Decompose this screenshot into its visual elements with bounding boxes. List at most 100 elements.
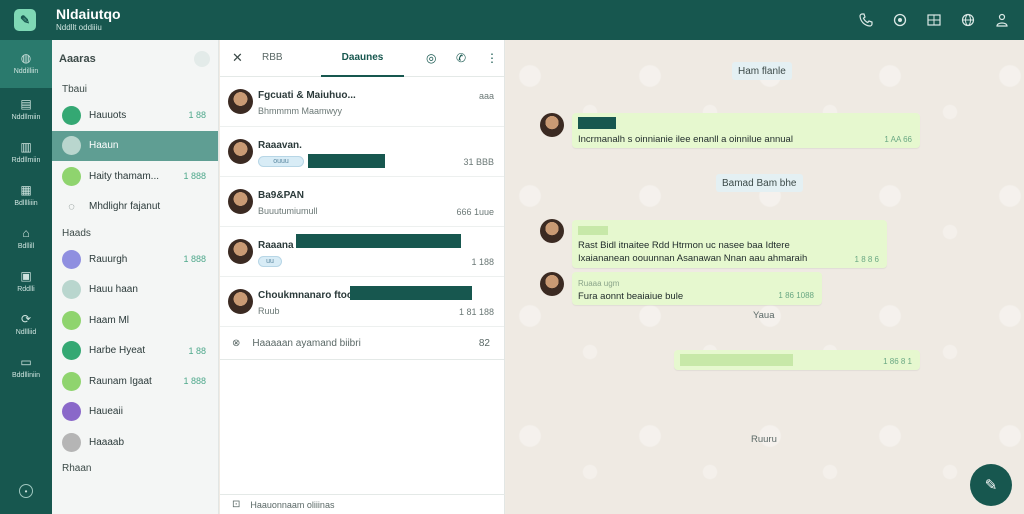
message-time: 1 86 1088 [778, 291, 814, 300]
channels-icon: ▥ [20, 139, 32, 154]
rail-item-chats[interactable]: ◍ Nddilliin [0, 40, 52, 88]
sidebar-item-label: Haaaab [89, 436, 125, 448]
contact-avatar-icon [62, 310, 81, 330]
sidebar-item[interactable]: Raunam Igaat 1 888 [52, 366, 218, 397]
contact-avatar-icon [62, 136, 81, 156]
archive-icon: ▭ [20, 354, 32, 369]
calls-icon: ▣ [20, 268, 32, 283]
person-icon[interactable] [994, 12, 1010, 28]
sidebar-item[interactable]: Rauurgh 1 888 [52, 244, 218, 275]
sidebar-item-label: Hauu haan [89, 284, 138, 296]
sidebar-item[interactable]: Haaun [52, 130, 218, 161]
chat-name: Raaana [258, 240, 294, 251]
redacted-name [296, 234, 461, 248]
rail-item-status[interactable]: ▤ Nddllmiin [0, 88, 52, 131]
more-options-icon[interactable]: ⋮ [486, 51, 498, 65]
sidebar-item-label: Haaun [89, 140, 119, 152]
avatar [228, 289, 253, 314]
rail-item-tools[interactable]: ⌂ Bdllill [0, 217, 52, 260]
chat-row[interactable]: Fgcuati & Maiuhuo... Bhmmmm Maamwyy aaa [220, 77, 504, 127]
redacted-sender [578, 226, 608, 235]
sidebar-item[interactable]: Hauu haan [52, 275, 218, 306]
chat-time: 1 188 [471, 257, 494, 267]
chat-row[interactable]: Ba9&PAN Buuutumiumull 666 1uue [220, 177, 504, 227]
chat-row[interactable]: Raaana uu 1 188 [220, 227, 504, 277]
settings-icon[interactable]: • [19, 484, 33, 498]
sidebar-item[interactable]: Hauuots 1 88 [52, 100, 218, 131]
folder-icon: ◌ [68, 200, 75, 213]
close-icon[interactable]: ✕ [232, 50, 243, 66]
rail-item-archive[interactable]: ▭ Bddlliniin [0, 346, 52, 389]
brand: Nldaiutqo Nddllt oddiiiu [56, 7, 121, 33]
message-time: 1 8 8 6 [854, 255, 879, 264]
grid-icon[interactable] [926, 12, 942, 28]
tab-active[interactable]: Daaunes [321, 40, 404, 77]
date-divider: Ham flanle [732, 62, 792, 80]
rail-item-channels[interactable]: ▥ Rddllmiin [0, 131, 52, 174]
sidebar-item-label: Mhdlighr fajanut [89, 201, 161, 213]
status-icon: ▤ [20, 96, 32, 111]
archived-label: Haaaaan ayamand biibri [252, 337, 361, 349]
footer-icon: ⊡ [232, 499, 241, 510]
chat-row[interactable]: Raaavan. ouuu 31 BBB [220, 127, 504, 177]
status-ring-icon[interactable]: ◎ [426, 51, 436, 65]
rail-item-starred[interactable]: ⟳ Ndllliid [0, 303, 52, 346]
reaction-label: Yaua [753, 310, 775, 321]
phone-icon[interactable] [858, 12, 874, 28]
contact-avatar-icon [62, 280, 81, 300]
message-bubble[interactable]: Incrmanalh s oinnianie ilee enanll a oin… [572, 113, 920, 148]
sidebar-item[interactable]: Haueaii [52, 397, 218, 428]
chat-badge: uu [258, 256, 282, 267]
chat-list-footer[interactable]: ⊡ Haauonnaam oliiinas [220, 494, 505, 514]
message-bubble-outgoing[interactable]: 1 86 8 1 [674, 350, 920, 370]
chat-time: 31 BBB [463, 157, 494, 167]
contact-avatar-icon [62, 371, 81, 391]
sidebar-title: Aaaras [59, 53, 96, 65]
message-sender: Ruaaa ugm [578, 279, 620, 288]
redacted-sender [578, 117, 616, 129]
compose-button[interactable]: ✎ [970, 464, 1012, 506]
rail-item-communities[interactable]: ▦ Bdlllliiin [0, 174, 52, 217]
chat-name: Ba9&PAN [258, 190, 304, 201]
chat-preview: Ruub [258, 306, 280, 316]
tab-first[interactable]: RBB [262, 52, 283, 63]
redacted-name [350, 286, 472, 300]
unread-count: 1 888 [183, 376, 206, 387]
sidebar-menu-icon[interactable] [194, 51, 210, 67]
sidebar-item[interactable]: Haaaab [52, 427, 218, 458]
chat-time: aaa [478, 91, 494, 101]
rail-label: Bdlllliiin [14, 199, 38, 207]
avatar [228, 189, 253, 214]
archived-count: 82 [478, 337, 490, 349]
sidebar-item[interactable]: Haam Ml [52, 305, 218, 336]
chat-row[interactable]: Choukmnanaro ftoon... Ruub 1 81 188 [220, 277, 504, 327]
sidebar-item-folder[interactable]: ◌ Mhdlighr fajanut [52, 192, 218, 223]
message-bubble[interactable]: Rast Bidl itnaitee Rdd Htrmon uc nasee b… [572, 220, 887, 268]
app-title: Nldaiutqo [56, 6, 121, 22]
call-icon[interactable]: ✆ [456, 51, 466, 65]
starred-icon: ⟳ [20, 311, 32, 326]
message-bubble[interactable]: Ruaaa ugm Fura aonnt beaiaiue bule 1 86 … [572, 272, 822, 305]
archived-row[interactable]: ⊗ Haaaaan ayamand biibri 82 [220, 327, 504, 360]
app-logo-icon[interactable]: ✎ [14, 9, 36, 31]
avatar [540, 113, 564, 137]
chat-name: Raaavan. [258, 140, 302, 151]
sidebar-item[interactable]: Haity thamam... 1 888 [52, 161, 218, 192]
avatar [228, 139, 253, 164]
sidebar-item[interactable]: Harbe Hyeat 1 88 [52, 336, 218, 367]
rail-label: Bdllill [17, 242, 35, 250]
avatar [228, 239, 253, 264]
sidebar-item-label: Haity thamam... [89, 170, 160, 182]
rail-label: Rddllmiin [11, 156, 41, 164]
archive-icon: ⊗ [232, 337, 241, 349]
rail-label: Nddilliin [13, 68, 39, 75]
refresh-icon[interactable] [892, 12, 908, 28]
rail-item-calls[interactable]: ▣ Rddlli [0, 260, 52, 303]
compose-icon: ✎ [984, 477, 998, 494]
contact-avatar-icon [62, 432, 81, 452]
chat-preview: Bhmmmm Maamwyy [258, 106, 343, 116]
tools-icon: ⌂ [22, 225, 30, 240]
redacted-message [680, 354, 793, 366]
globe-icon[interactable] [960, 12, 976, 28]
message-text: Incrmanalh s oinnianie ilee enanll a oin… [578, 134, 793, 145]
